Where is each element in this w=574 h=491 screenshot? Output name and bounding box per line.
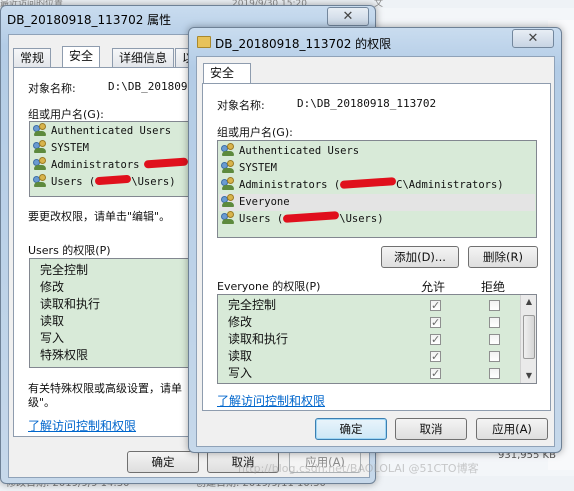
deny-checkbox[interactable] — [489, 334, 500, 345]
object-name-label: 对象名称: — [28, 82, 76, 95]
column-text: 文 — [374, 0, 384, 8]
object-name-value: D:\DB_20180918_113702 — [297, 97, 437, 110]
apply-button[interactable]: 应用(A) — [476, 418, 548, 440]
list-item[interactable]: Administrators — [33, 157, 188, 174]
scroll-thumb[interactable] — [523, 315, 535, 359]
special-hint-line2: 级"。 — [28, 396, 56, 409]
permissions-titlebar[interactable]: DB_20180918_113702 的权限 ✕ — [189, 28, 561, 56]
permissions-window: DB_20180918_113702 的权限 ✕ 安全 对象名称: D:\DB_… — [188, 27, 562, 453]
allow-checkbox[interactable] — [430, 331, 441, 348]
perm-name: 读取和执行 — [228, 332, 289, 346]
deny-checkbox[interactable] — [489, 300, 500, 311]
scroll-down-icon[interactable]: ▼ — [521, 369, 536, 383]
object-name-label: 对象名称: — [217, 99, 265, 112]
list-item[interactable]: SYSTEM — [33, 140, 89, 157]
watermark-text: http://blog.csdn.net/BAOLOLAI @51CTO博客 — [238, 462, 479, 475]
allow-checkbox[interactable] — [430, 314, 441, 331]
perm-row: 完全控制 — [218, 297, 518, 314]
deny-checkbox[interactable] — [489, 351, 500, 362]
deny-header: 拒绝 — [481, 280, 506, 294]
users-group-icon — [33, 174, 48, 187]
perm-list: 完全控制修改读取和执行读取写入 ▲ ▼ — [217, 294, 537, 384]
add-button[interactable]: 添加(D)... — [381, 246, 459, 268]
remove-button[interactable]: 删除(R) — [468, 246, 538, 268]
security-panel: 对象名称: D:\DB_20180918_113702 组或用户名(G): Au… — [202, 83, 551, 411]
perm-name: 完全控制 — [228, 298, 277, 312]
user-list: Authenticated Users SYSTEM Administrator… — [217, 140, 537, 238]
users-group-icon — [221, 160, 236, 173]
users-group-icon — [33, 140, 48, 153]
deny-checkbox[interactable] — [489, 317, 500, 328]
folder-icon — [197, 36, 211, 48]
perm-scrollbar[interactable]: ▲ ▼ — [520, 295, 536, 383]
ok-button[interactable]: 确定 — [127, 451, 199, 473]
list-item[interactable]: Users (\Users) — [33, 174, 176, 191]
tab-details[interactable]: 详细信息 — [112, 48, 175, 67]
permissions-body: 安全 对象名称: D:\DB_20180918_113702 组或用户名(G):… — [196, 56, 555, 447]
ok-button[interactable]: 确定 — [315, 418, 387, 440]
perm-row: 读取和执行 — [218, 331, 518, 348]
allow-checkbox[interactable] — [430, 297, 441, 314]
list-item[interactable]: SYSTEM — [221, 160, 277, 177]
access-control-link[interactable]: 了解访问控制和权限 — [28, 417, 136, 434]
back-perm-list: 完全控制 修改 读取和执行 读取 写入 特殊权限 — [29, 258, 199, 368]
redaction-mark — [95, 174, 132, 186]
properties-close-button[interactable]: ✕ — [327, 7, 369, 26]
allow-header: 允许 — [421, 280, 446, 294]
users-group-icon — [221, 194, 236, 207]
users-group-icon — [221, 211, 236, 224]
deny-checkbox[interactable] — [489, 368, 500, 379]
group-label: 组或用户名(G): — [28, 108, 104, 121]
perm-row: 写入 — [218, 365, 518, 382]
group-label: 组或用户名(G): — [217, 126, 293, 139]
perm-name: 写入 — [228, 366, 253, 380]
list-item-selected[interactable]: Everyone — [219, 194, 535, 211]
users-group-icon — [33, 123, 48, 136]
perm-label: Everyone 的权限(P) — [217, 280, 321, 293]
perm-name: 读取 — [228, 349, 253, 363]
perm-row: 读取 — [218, 348, 518, 365]
cancel-button[interactable]: 取消 — [395, 418, 467, 440]
list-item[interactable]: Users (\Users) — [221, 211, 384, 228]
perm-row: 修改 — [218, 314, 518, 331]
access-control-link[interactable]: 了解访问控制和权限 — [217, 392, 325, 409]
permissions-close-button[interactable]: ✕ — [512, 29, 554, 48]
redaction-mark — [283, 211, 340, 223]
users-group-icon — [221, 177, 236, 190]
users-group-icon — [221, 143, 236, 156]
back-user-list: Authenticated Users SYSTEM Administrator… — [29, 121, 199, 197]
edit-hint: 要更改权限，请单击"编辑"。 — [28, 210, 171, 223]
perm-name: 修改 — [228, 315, 253, 329]
tab-general[interactable]: 常规 — [13, 48, 52, 67]
permissions-title: DB_20180918_113702 的权限 — [215, 37, 392, 51]
users-group-icon — [33, 157, 48, 170]
allow-checkbox[interactable] — [430, 348, 441, 365]
redaction-mark — [339, 177, 397, 189]
properties-title: DB_20180918_113702 属性 — [7, 13, 172, 27]
list-item[interactable]: Administrators (C\Administrators) — [221, 177, 504, 194]
tab-security[interactable]: 安全 — [203, 63, 251, 84]
perm-label: Users 的权限(P) — [28, 244, 111, 257]
redaction-mark — [143, 157, 188, 169]
list-item[interactable]: Authenticated Users — [221, 143, 359, 160]
tab-security[interactable]: 安全 — [62, 46, 101, 67]
allow-checkbox[interactable] — [430, 365, 441, 382]
scroll-up-icon[interactable]: ▲ — [521, 295, 536, 309]
list-item[interactable]: Authenticated Users — [33, 123, 171, 140]
